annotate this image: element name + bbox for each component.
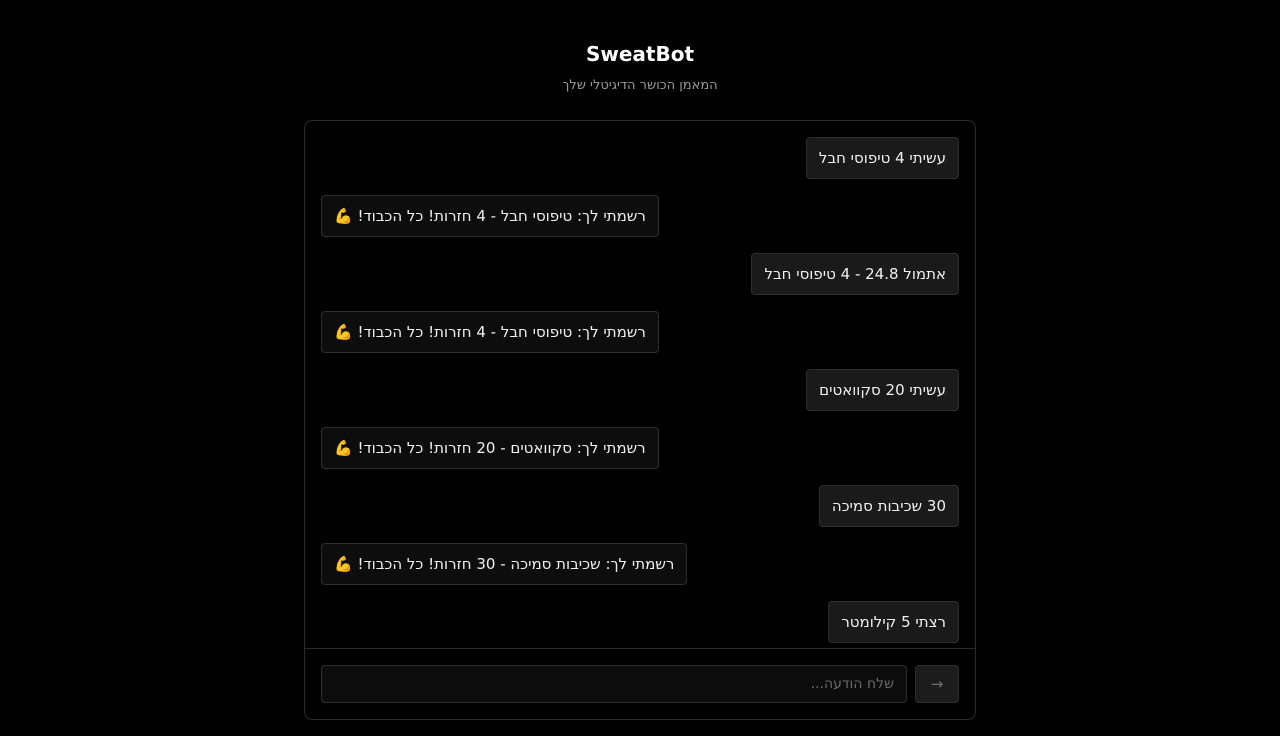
send-button[interactable]: → xyxy=(915,665,959,703)
bot-message: רשמתי לך: טיפוסי חבל - 4 חזרות! כל הכבוד… xyxy=(321,311,959,353)
message-bubble: עשיתי 20 סקוואטים xyxy=(806,369,959,411)
message-list[interactable]: עשיתי 4 טיפוסי חבל רשמתי לך: טיפוסי חבל -… xyxy=(305,121,975,648)
message-bubble: אתמול 24.8 - 4 טיפוסי חבל xyxy=(751,253,959,295)
composer-divider xyxy=(305,648,975,649)
message-bubble: עשיתי 4 טיפוסי חבל xyxy=(805,137,959,179)
arrow-right-icon: → xyxy=(930,675,944,693)
message-stack: עשיתי 4 טיפוסי חבל רשמתי לך: טיפוסי חבל -… xyxy=(305,121,975,643)
user-message: רצתי 5 קילומטר xyxy=(321,601,959,643)
message-bubble: רצתי 5 קילומטר xyxy=(828,601,959,643)
user-message: אתמול 24.8 - 4 טיפוסי חבל xyxy=(321,253,959,295)
message-bubble: 30 שכיבות סמיכה xyxy=(818,485,959,527)
app-title: SweatBot xyxy=(585,42,695,66)
bot-message: רשמתי לך: סקוואטים - 20 חזרות! כל הכבוד!… xyxy=(321,427,959,469)
user-message: 30 שכיבות סמיכה xyxy=(321,485,959,527)
app-subtitle: המאמן הכושר הדיגיטלי שלך xyxy=(562,78,718,93)
message-bubble: רשמתי לך: טיפוסי חבל - 4 חזרות! כל הכבוד… xyxy=(321,311,659,353)
user-message: עשיתי 20 סקוואטים xyxy=(321,369,959,411)
message-bubble: רשמתי לך: טיפוסי חבל - 4 חזרות! כל הכבוד… xyxy=(321,195,659,237)
chat-panel: עשיתי 4 טיפוסי חבל רשמתי לך: טיפוסי חבל -… xyxy=(304,120,976,720)
message-composer: → xyxy=(321,665,959,703)
message-input[interactable] xyxy=(321,665,907,703)
bot-message: רשמתי לך: טיפוסי חבל - 4 חזרות! כל הכבוד… xyxy=(321,195,959,237)
message-bubble: רשמתי לך: שכיבות סמיכה - 30 חזרות! כל הכ… xyxy=(321,543,688,585)
bot-message: רשמתי לך: שכיבות סמיכה - 30 חזרות! כל הכ… xyxy=(321,543,959,585)
user-message: עשיתי 4 טיפוסי חבל xyxy=(321,137,959,179)
message-bubble: רשמתי לך: סקוואטים - 20 חזרות! כל הכבוד!… xyxy=(321,427,659,469)
